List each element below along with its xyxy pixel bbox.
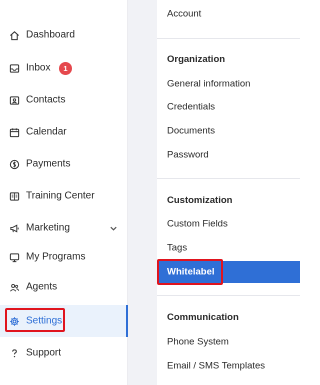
sidebar-item-support[interactable]: Support xyxy=(0,337,128,369)
sidebar-item-label: Calendar xyxy=(26,126,67,138)
sidebar-item-dashboard[interactable]: Dashboard xyxy=(0,19,128,51)
question-icon xyxy=(9,348,20,359)
settings-item-label: Documents xyxy=(167,125,216,137)
calendar-icon xyxy=(9,127,20,138)
sidebar: Dashboard Inbox 1 Contacts Calendar Paym… xyxy=(0,0,128,385)
sidebar-item-label: Marketing xyxy=(26,222,70,234)
settings-item-label: Custom Fields xyxy=(167,218,228,230)
sidebar-item-label: Dashboard xyxy=(26,29,75,41)
sidebar-item-label: Settings xyxy=(26,315,63,327)
settings-item-label: Email / SMS Templates xyxy=(167,360,266,372)
settings-item-tags[interactable]: Tags xyxy=(157,237,300,259)
inbox-count-badge: 1 xyxy=(59,61,72,75)
sidebar-item-label: Training Center xyxy=(26,190,95,202)
app-root: Dashboard Inbox 1 Contacts Calendar Paym… xyxy=(0,0,300,385)
section-title-organization: Organization xyxy=(167,54,226,65)
payments-icon xyxy=(9,159,20,170)
section-divider xyxy=(157,38,300,39)
settings-item-documents[interactable]: Documents xyxy=(157,120,300,142)
settings-panel: Account Organization General information… xyxy=(157,0,300,385)
contacts-icon xyxy=(9,95,20,106)
sidebar-item-contacts[interactable]: Contacts xyxy=(0,84,128,116)
training-icon xyxy=(9,191,20,202)
sidebar-item-my-programs[interactable]: My Programs xyxy=(0,241,128,273)
chevron-down-icon[interactable] xyxy=(109,224,118,233)
settings-item-label: Tags xyxy=(167,242,188,254)
sidebar-item-label: Support xyxy=(26,347,62,359)
settings-item-general-information[interactable]: General information xyxy=(157,73,300,95)
sidebar-item-inbox[interactable]: Inbox 1 xyxy=(0,52,128,84)
gear-icon xyxy=(9,316,20,327)
settings-item-email-sms-templates[interactable]: Email / SMS Templates xyxy=(157,355,300,377)
settings-item-label: Phone System xyxy=(167,336,229,348)
content-gap xyxy=(128,0,157,385)
sidebar-item-settings[interactable]: Settings xyxy=(0,305,128,337)
settings-item-label: Credentials xyxy=(167,101,216,113)
settings-item-label: Password xyxy=(167,149,209,161)
monitor-icon xyxy=(9,252,20,263)
sidebar-item-calendar[interactable]: Calendar xyxy=(0,116,128,148)
settings-item-whitelabel[interactable]: Whitelabel xyxy=(157,261,300,283)
inbox-icon xyxy=(9,63,20,74)
megaphone-icon xyxy=(9,223,20,234)
sidebar-item-agents[interactable]: Agents xyxy=(0,271,128,303)
section-divider xyxy=(157,295,300,296)
settings-item-password[interactable]: Password xyxy=(157,144,300,166)
sidebar-item-label: Inbox xyxy=(26,62,51,74)
settings-item-label: Whitelabel xyxy=(167,266,215,278)
sidebar-item-marketing[interactable]: Marketing xyxy=(0,212,128,244)
sidebar-item-label: My Programs xyxy=(26,251,86,263)
sidebar-item-label: Agents xyxy=(26,281,58,293)
settings-item-credentials[interactable]: Credentials xyxy=(157,96,300,118)
settings-item-account[interactable]: Account xyxy=(157,3,300,25)
settings-item-label: Account xyxy=(167,8,202,20)
home-icon xyxy=(9,30,20,41)
settings-item-label: General information xyxy=(167,78,251,90)
sidebar-item-label: Contacts xyxy=(26,94,66,106)
agents-icon xyxy=(9,282,20,293)
sidebar-item-training-center[interactable]: Training Center xyxy=(0,180,128,212)
section-divider xyxy=(157,178,300,179)
sidebar-item-payments[interactable]: Payments xyxy=(0,148,128,180)
settings-item-custom-fields[interactable]: Custom Fields xyxy=(157,213,300,235)
section-title-customization: Customization xyxy=(167,195,233,206)
sidebar-item-label: Payments xyxy=(26,158,71,170)
settings-item-phone-system[interactable]: Phone System xyxy=(157,331,300,353)
section-title-communication: Communication xyxy=(167,312,239,323)
